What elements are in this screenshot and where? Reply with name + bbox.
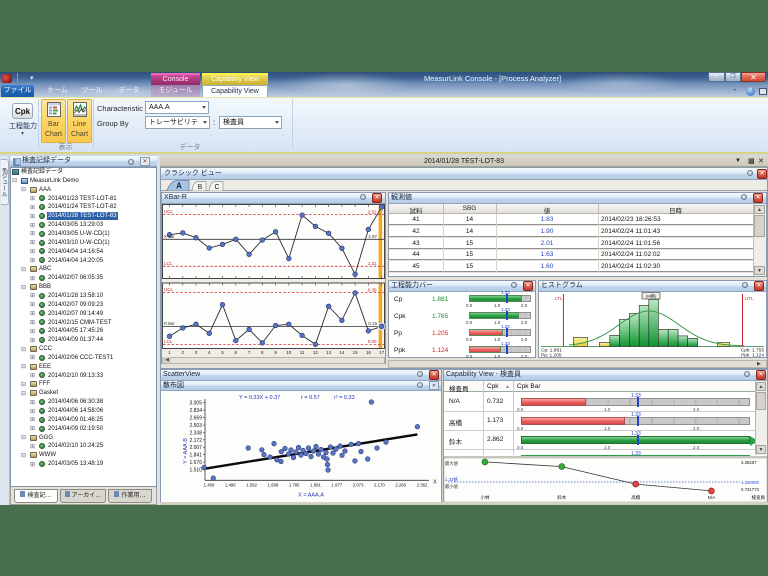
svg-text:1.592: 1.592 bbox=[246, 483, 257, 488]
svg-text:1.881: 1.881 bbox=[310, 483, 321, 488]
svg-text:X: X bbox=[433, 480, 437, 486]
svg-text:Pp: 1.205: Pp: 1.205 bbox=[541, 353, 562, 358]
svg-text:r² = 0.33: r² = 0.33 bbox=[334, 395, 355, 401]
svg-text:2.834: 2.834 bbox=[189, 408, 202, 414]
svg-text:Y = 0.33X + 0.37: Y = 0.33X + 0.37 bbox=[239, 395, 280, 401]
svg-text:2.338: 2.338 bbox=[189, 430, 202, 436]
svg-text:最大値: 最大値 bbox=[445, 460, 459, 467]
svg-text:1.33値: 1.33値 bbox=[445, 476, 458, 483]
svg-text:1.688: 1.688 bbox=[268, 483, 279, 488]
svg-text:X-Bar: X-Bar bbox=[164, 234, 175, 239]
svg-text:1.510: 1.510 bbox=[189, 468, 202, 474]
svg-text:Y = AAA.B: Y = AAA.B bbox=[183, 438, 189, 464]
svg-text:LCL: LCL bbox=[164, 261, 173, 266]
svg-text:5: 5 bbox=[221, 350, 224, 355]
svg-text:Ppk: 1.124: Ppk: 1.124 bbox=[741, 353, 764, 358]
svg-text:小林: 小林 bbox=[480, 494, 489, 501]
svg-text:UCL: UCL bbox=[164, 287, 173, 292]
svg-text:12: 12 bbox=[313, 350, 319, 355]
svg-text:10: 10 bbox=[286, 350, 292, 355]
svg-text:3.38257: 3.38257 bbox=[741, 460, 757, 465]
svg-text:r = 0.57: r = 0.57 bbox=[301, 395, 320, 401]
svg-text:2.170: 2.170 bbox=[374, 483, 385, 488]
svg-text:1.400: 1.400 bbox=[204, 483, 215, 488]
svg-text:1.676: 1.676 bbox=[189, 460, 202, 466]
svg-text:2.073: 2.073 bbox=[353, 483, 364, 488]
svg-text:1.977: 1.977 bbox=[331, 483, 342, 488]
svg-text:X = AAA.A: X = AAA.A bbox=[298, 493, 324, 499]
svg-text:11: 11 bbox=[300, 350, 305, 355]
svg-text:1.330000: 1.330000 bbox=[741, 480, 760, 485]
svg-text:14: 14 bbox=[339, 350, 345, 355]
svg-text:8: 8 bbox=[261, 350, 264, 355]
svg-text:2.362: 2.362 bbox=[417, 483, 428, 488]
svg-text:3.005: 3.005 bbox=[189, 401, 202, 407]
svg-text:2.266: 2.266 bbox=[395, 483, 406, 488]
svg-text:(M標): (M標) bbox=[646, 293, 657, 299]
svg-text:C: C bbox=[214, 184, 219, 191]
svg-text:1.496: 1.496 bbox=[225, 483, 236, 488]
svg-text:1.97: 1.97 bbox=[368, 234, 377, 239]
svg-text:15: 15 bbox=[353, 350, 359, 355]
svg-text:6: 6 bbox=[235, 350, 238, 355]
svg-text:2.669: 2.669 bbox=[189, 416, 202, 422]
svg-text:2.52: 2.52 bbox=[368, 210, 377, 215]
svg-text:UTL: UTL bbox=[745, 296, 754, 301]
svg-text:LCL: LCL bbox=[164, 339, 173, 344]
svg-text:鈴木: 鈴木 bbox=[557, 494, 566, 501]
svg-text:16: 16 bbox=[366, 350, 372, 355]
svg-text:1: 1 bbox=[168, 350, 171, 355]
svg-text:9: 9 bbox=[274, 350, 277, 355]
svg-text:A: A bbox=[176, 182, 182, 191]
svg-text:4: 4 bbox=[208, 350, 211, 355]
svg-text:1.785: 1.785 bbox=[289, 483, 300, 488]
svg-text:2.007: 2.007 bbox=[189, 445, 202, 451]
svg-text:最小値: 最小値 bbox=[445, 483, 459, 490]
svg-text:0.00: 0.00 bbox=[368, 339, 377, 344]
svg-text:3: 3 bbox=[195, 350, 198, 355]
svg-text:2.503: 2.503 bbox=[189, 423, 202, 429]
svg-text:13: 13 bbox=[326, 350, 332, 355]
svg-text:0.15: 0.15 bbox=[368, 321, 377, 326]
svg-text:1.31: 1.31 bbox=[368, 261, 377, 266]
svg-text:2: 2 bbox=[182, 350, 185, 355]
svg-text:検査員: 検査員 bbox=[752, 494, 766, 501]
svg-text:UCL: UCL bbox=[164, 209, 173, 214]
svg-text:N/A: N/A bbox=[708, 495, 716, 500]
svg-text:7: 7 bbox=[248, 350, 251, 355]
svg-text:LTL: LTL bbox=[555, 296, 563, 301]
svg-text:高橋: 高橋 bbox=[631, 494, 640, 501]
svg-text:0.39: 0.39 bbox=[368, 288, 377, 293]
svg-text:17: 17 bbox=[379, 350, 385, 355]
svg-text:0.731773: 0.731773 bbox=[741, 487, 760, 492]
svg-text:B: B bbox=[198, 184, 203, 191]
svg-text:1.841: 1.841 bbox=[189, 453, 202, 459]
svg-text:R Bar: R Bar bbox=[164, 321, 175, 326]
svg-text:2.172: 2.172 bbox=[189, 438, 202, 444]
